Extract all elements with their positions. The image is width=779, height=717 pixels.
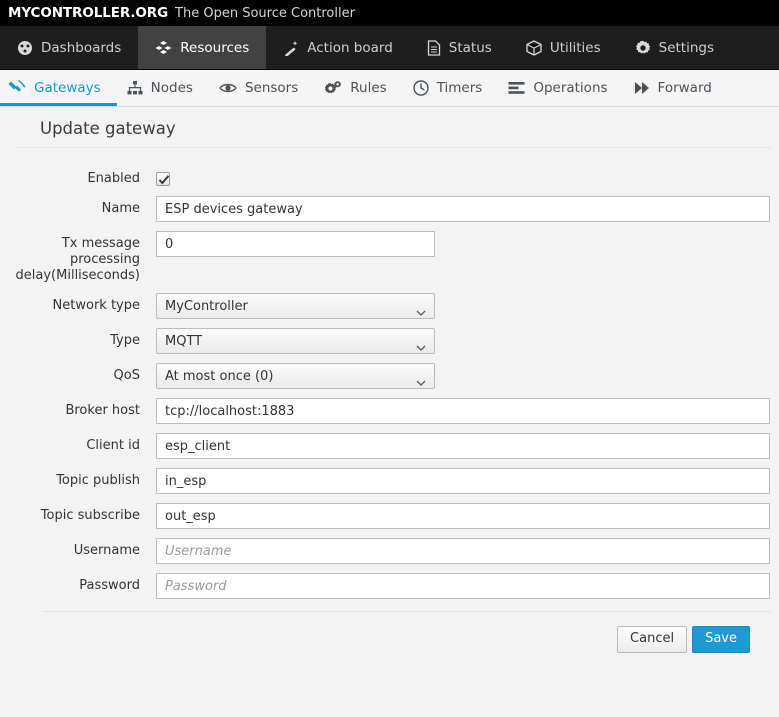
- tab-nodes-label: Nodes: [150, 80, 193, 96]
- form-row-qos: QoS At most once (0): [0, 363, 779, 389]
- tab-timers-label: Timers: [436, 80, 483, 96]
- resources-cubes-icon: [155, 40, 172, 56]
- tab-timers[interactable]: Timers: [403, 70, 499, 106]
- gears-icon: [324, 80, 342, 96]
- qos-label: QoS: [113, 368, 140, 383]
- nav-item-action-board[interactable]: Action board: [266, 26, 410, 69]
- tx-delay-label: Tx message processing delay(Milliseconds…: [15, 236, 140, 283]
- tab-operations-label: Operations: [533, 80, 608, 96]
- main-navigation: Dashboards Resources Action board Status…: [0, 26, 779, 70]
- password-input[interactable]: [156, 573, 770, 599]
- check-icon: [158, 175, 170, 185]
- page-title: Update gateway: [16, 119, 771, 148]
- nav-item-dashboards-label: Dashboards: [41, 39, 122, 56]
- form-row-type: Type MQTT: [0, 328, 779, 354]
- form-row-topic-publish: Topic publish: [0, 468, 779, 494]
- topic-publish-input[interactable]: [156, 468, 770, 494]
- enabled-checkbox[interactable]: [156, 172, 170, 186]
- type-select[interactable]: MQTT: [156, 328, 435, 354]
- magic-wand-icon: [283, 40, 299, 56]
- dashboard-icon: [17, 40, 33, 56]
- save-button[interactable]: Save: [692, 626, 750, 653]
- network-type-label: Network type: [52, 298, 140, 313]
- form-row-network-type: Network type MyController: [0, 293, 779, 319]
- brand-bar: MYCONTROLLER.ORG The Open Source Control…: [0, 0, 779, 26]
- tab-gateways[interactable]: Gateways: [0, 70, 117, 106]
- nav-item-settings-label: Settings: [658, 39, 715, 56]
- nav-item-resources[interactable]: Resources: [138, 26, 267, 69]
- client-id-input[interactable]: [156, 433, 770, 459]
- nav-item-settings[interactable]: Settings: [618, 26, 731, 69]
- plug-icon: [8, 80, 26, 96]
- tab-gateways-label: Gateways: [34, 80, 101, 96]
- password-label: Password: [79, 578, 140, 593]
- topic-subscribe-input[interactable]: [156, 503, 770, 529]
- tab-rules[interactable]: Rules: [314, 70, 402, 106]
- name-label: Name: [101, 201, 140, 216]
- form-footer: Cancel Save: [42, 611, 771, 653]
- form-row-password: Password: [0, 573, 779, 599]
- form-row-topic-subscribe: Topic subscribe: [0, 503, 779, 529]
- nav-item-resources-label: Resources: [180, 39, 250, 56]
- document-icon: [427, 39, 441, 56]
- client-id-label: Client id: [86, 438, 140, 453]
- nav-item-utilities-label: Utilities: [549, 39, 601, 56]
- broker-host-input[interactable]: [156, 398, 770, 424]
- tab-operations[interactable]: Operations: [498, 70, 623, 106]
- update-gateway-form: Enabled Name Tx message processing delay…: [0, 148, 779, 599]
- username-label: Username: [73, 543, 140, 558]
- tab-forward-label: Forward: [657, 80, 712, 96]
- form-row-enabled: Enabled: [0, 166, 779, 187]
- forward-icon: [634, 81, 650, 95]
- nav-item-action-board-label: Action board: [307, 39, 393, 56]
- sub-navigation-tabs: Gateways Nodes Sensors Rules Timers Oper…: [0, 70, 779, 107]
- brand-name: MYCONTROLLER.ORG: [8, 5, 169, 21]
- sitemap-icon: [127, 80, 143, 96]
- tab-forward[interactable]: Forward: [624, 70, 728, 106]
- brand-tagline: The Open Source Controller: [175, 5, 355, 21]
- name-input[interactable]: [156, 196, 770, 222]
- type-label: Type: [110, 333, 140, 348]
- username-input[interactable]: [156, 538, 770, 564]
- form-row-tx-delay: Tx message processing delay(Milliseconds…: [0, 231, 779, 284]
- nav-item-status-label: Status: [448, 39, 492, 56]
- topic-subscribe-label: Topic subscribe: [40, 508, 140, 523]
- tx-delay-input[interactable]: [156, 231, 435, 257]
- form-row-client-id: Client id: [0, 433, 779, 459]
- broker-host-label: Broker host: [65, 403, 140, 418]
- form-row-broker-host: Broker host: [0, 398, 779, 424]
- page-header: Update gateway: [0, 107, 779, 148]
- nav-item-utilities[interactable]: Utilities: [509, 26, 618, 69]
- clock-icon: [412, 80, 429, 96]
- tab-sensors-label: Sensors: [244, 80, 299, 96]
- list-icon: [508, 81, 525, 95]
- nav-item-dashboards[interactable]: Dashboards: [0, 26, 138, 69]
- cube-icon: [526, 39, 542, 56]
- tab-sensors[interactable]: Sensors: [209, 70, 314, 106]
- network-type-select[interactable]: MyController: [156, 293, 435, 319]
- tab-rules-label: Rules: [350, 80, 387, 96]
- form-row-username: Username: [0, 538, 779, 564]
- tab-nodes[interactable]: Nodes: [117, 70, 209, 106]
- qos-select[interactable]: At most once (0): [156, 363, 435, 389]
- nav-item-status[interactable]: Status: [410, 26, 509, 69]
- enabled-label: Enabled: [87, 171, 140, 186]
- gear-icon: [635, 40, 651, 56]
- cancel-button[interactable]: Cancel: [617, 626, 688, 653]
- topic-publish-label: Topic publish: [56, 473, 140, 488]
- form-row-name: Name: [0, 196, 779, 222]
- eye-icon: [219, 81, 237, 95]
